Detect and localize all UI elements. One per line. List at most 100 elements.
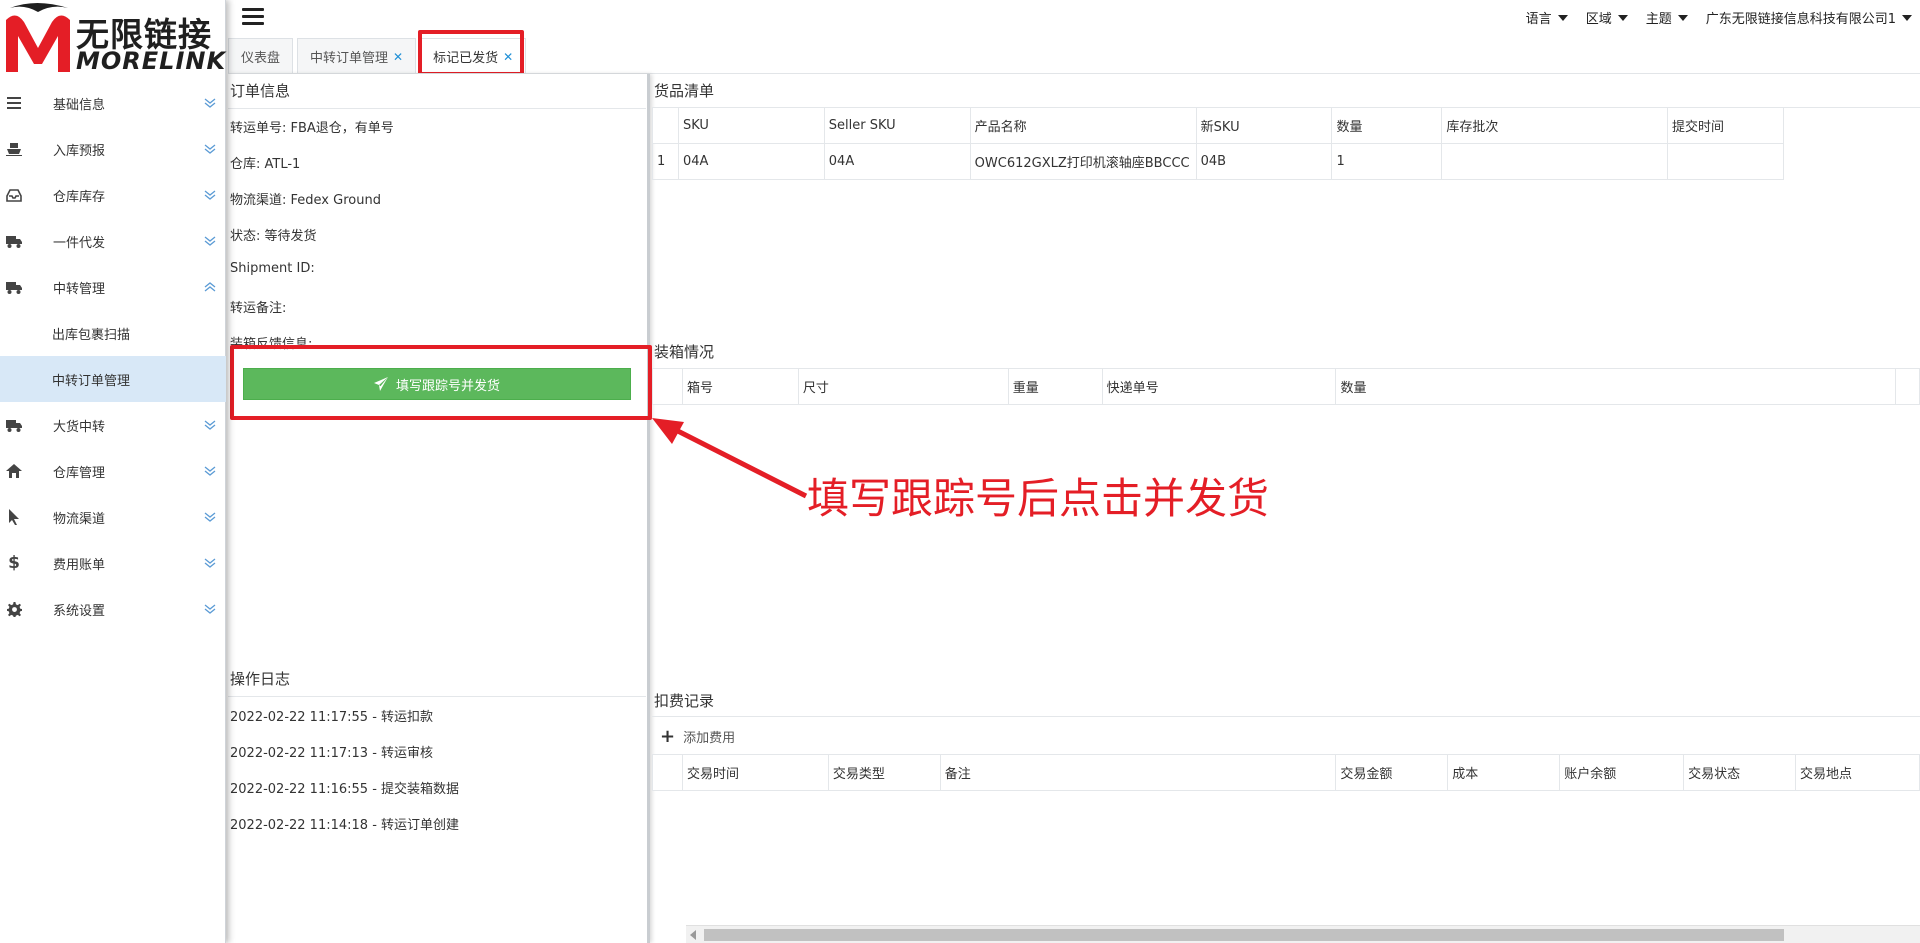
log-entry: 2022-02-22 11:17:13 - 转运审核 <box>230 746 434 761</box>
column-header: 成本 <box>1447 754 1561 791</box>
fee-table: 交易时间 交易类型 备注 交易金额 成本 账户余额 交易状态 交易地点 <box>652 754 1920 791</box>
region-dropdown[interactable]: 区域 <box>1586 8 1628 27</box>
column-header: 新SKU <box>1195 107 1333 144</box>
column-header: 数量 <box>1335 368 1896 405</box>
plus-icon: + <box>660 725 676 747</box>
sidebar-menu: 基础信息 入库预报 仓库库存 一件代发 中转管理 出库包裹扫描 中转订单管理 大… <box>0 80 226 632</box>
sidebar-item-transfer-management[interactable]: 中转管理 <box>0 264 226 310</box>
theme-dropdown[interactable]: 主题 <box>1646 8 1688 27</box>
table-row: 1 04A 04A OWC612GXLZ打印机滚轴座BBCCC 04B 1 <box>652 143 1784 180</box>
brand-name-en: MORELINK <box>76 47 227 75</box>
sidebar-subitem-transfer-orders[interactable]: 中转订单管理 <box>0 356 226 402</box>
hamburger-line <box>242 22 264 25</box>
tab-dashboard[interactable]: 仪表盘 <box>228 38 294 74</box>
sidebar-subitem-outbound-scan[interactable]: 出库包裹扫描 <box>0 310 226 356</box>
sidebar-item-label: 中转管理 <box>53 281 106 297</box>
goods-list-title: 货品清单 <box>654 82 715 100</box>
column-header: 提交时间 <box>1667 107 1784 144</box>
column-header: 交易类型 <box>827 754 941 791</box>
column-header: 交易时间 <box>681 754 829 791</box>
tab-label: 仪表盘 <box>241 51 281 66</box>
column-header <box>652 368 683 405</box>
horizontal-scrollbar[interactable] <box>686 925 1920 943</box>
table-cell: 04B <box>1195 143 1333 180</box>
column-header: 尺寸 <box>797 368 1009 405</box>
column-header: 重量 <box>1007 368 1103 405</box>
sidebar-item-system-settings[interactable]: 系统设置 <box>0 586 226 632</box>
sidebar-item-label: 大货中转 <box>53 419 106 435</box>
sidebar-item-basic-info[interactable]: 基础信息 <box>0 80 226 126</box>
theme-label: 主题 <box>1645 12 1672 27</box>
close-icon[interactable]: ✕ <box>393 50 403 64</box>
sidebar-item-label: 仓库管理 <box>53 465 106 481</box>
home-icon <box>6 463 22 479</box>
column-header: 交易状态 <box>1683 754 1797 791</box>
scroll-left-icon[interactable] <box>690 930 696 940</box>
truck-icon <box>6 279 22 295</box>
info-packing-feedback: 装箱反馈信息: <box>230 337 313 352</box>
column-header: 箱号 <box>681 368 799 405</box>
close-icon[interactable]: ✕ <box>503 50 513 64</box>
sidebar-item-warehouse-management[interactable]: 仓库管理 <box>0 448 226 494</box>
column-header: Seller SKU <box>823 107 971 144</box>
fill-tracking-and-ship-button[interactable]: 填写跟踪号并发货 <box>243 368 631 400</box>
tab-mark-shipped[interactable]: 标记已发货 ✕ <box>420 38 527 74</box>
list-icon <box>6 95 22 111</box>
chevron-down-icon <box>204 420 216 430</box>
scrollbar-thumb[interactable] <box>704 929 1784 941</box>
ship-icon <box>6 141 22 157</box>
sidebar-item-warehouse-stock[interactable]: 仓库库存 <box>0 172 226 218</box>
add-fee-button[interactable]: + 添加费用 <box>660 727 735 746</box>
log-entry: 2022-02-22 11:17:55 - 转运扣款 <box>230 710 434 725</box>
sidebar-subitem-label: 中转订单管理 <box>52 373 131 389</box>
column-header: 快递单号 <box>1101 368 1337 405</box>
company-dropdown[interactable]: 广东无限链接信息科技有限公司1 <box>1706 8 1912 27</box>
language-label: 语言 <box>1525 12 1552 27</box>
column-header: 备注 <box>939 754 1337 791</box>
table-cell: 1 <box>652 143 679 180</box>
chevron-down-icon <box>204 466 216 476</box>
chevron-down-icon <box>204 236 216 246</box>
chevron-down-icon <box>204 558 216 568</box>
logo: 无限链接 MORELINK <box>0 0 226 76</box>
language-dropdown[interactable]: 语言 <box>1526 8 1568 27</box>
add-fee-label: 添加费用 <box>683 731 736 746</box>
sidebar-item-billing[interactable]: $ 费用账单 <box>0 540 226 586</box>
chevron-up-icon <box>204 282 216 292</box>
info-shipment-id: Shipment ID: <box>230 261 315 276</box>
sidebar: 无限链接 MORELINK 基础信息 入库预报 仓库库存 一件代发 中转管理 出… <box>0 0 226 943</box>
chevron-down-icon <box>204 604 216 614</box>
packing-title: 装箱情况 <box>654 343 715 361</box>
inbox-icon <box>6 187 22 203</box>
info-transfer-remark: 转运备注: <box>230 301 287 316</box>
sidebar-item-label: 基础信息 <box>53 97 106 113</box>
table-header-row: SKU Seller SKU 产品名称 新SKU 数量 库存批次 提交时间 <box>652 107 1784 144</box>
caret-down-icon <box>1677 14 1688 21</box>
info-logistics-channel: 物流渠道: Fedex Ground <box>230 193 381 208</box>
sidebar-item-bulk-transfer[interactable]: 大货中转 <box>0 402 226 448</box>
fee-records-title: 扣费记录 <box>654 692 715 710</box>
table-cell: 04A <box>677 143 825 180</box>
sidebar-item-dropshipping[interactable]: 一件代发 <box>0 218 226 264</box>
table-header-row: 交易时间 交易类型 备注 交易金额 成本 账户余额 交易状态 交易地点 <box>652 754 1920 791</box>
info-status: 状态: 等待发货 <box>230 229 317 244</box>
sidebar-item-label: 系统设置 <box>53 603 106 619</box>
divider <box>652 716 1920 717</box>
info-transfer-number: 转运单号: FBA退仓，有单号 <box>230 121 394 136</box>
table-cell <box>1441 143 1669 180</box>
hamburger-menu-button[interactable] <box>242 8 264 26</box>
pointer-icon <box>6 509 22 525</box>
table-cell <box>1667 143 1784 180</box>
column-header: 数量 <box>1331 107 1443 144</box>
sidebar-item-logistics-channel[interactable]: 物流渠道 <box>0 494 226 540</box>
annotation-text: 填写跟踪号后点击并发货 <box>807 474 1270 523</box>
caret-down-icon <box>1617 14 1628 21</box>
sidebar-item-label: 费用账单 <box>53 557 106 573</box>
gear-icon <box>6 601 22 617</box>
hamburger-line <box>242 8 264 11</box>
tab-transfer-orders[interactable]: 中转订单管理 ✕ <box>297 38 417 74</box>
column-header <box>1894 368 1920 405</box>
sidebar-item-inbound-forecast[interactable]: 入库预报 <box>0 126 226 172</box>
sidebar-item-label: 一件代发 <box>53 235 106 251</box>
column-header: 账户余额 <box>1559 754 1685 791</box>
